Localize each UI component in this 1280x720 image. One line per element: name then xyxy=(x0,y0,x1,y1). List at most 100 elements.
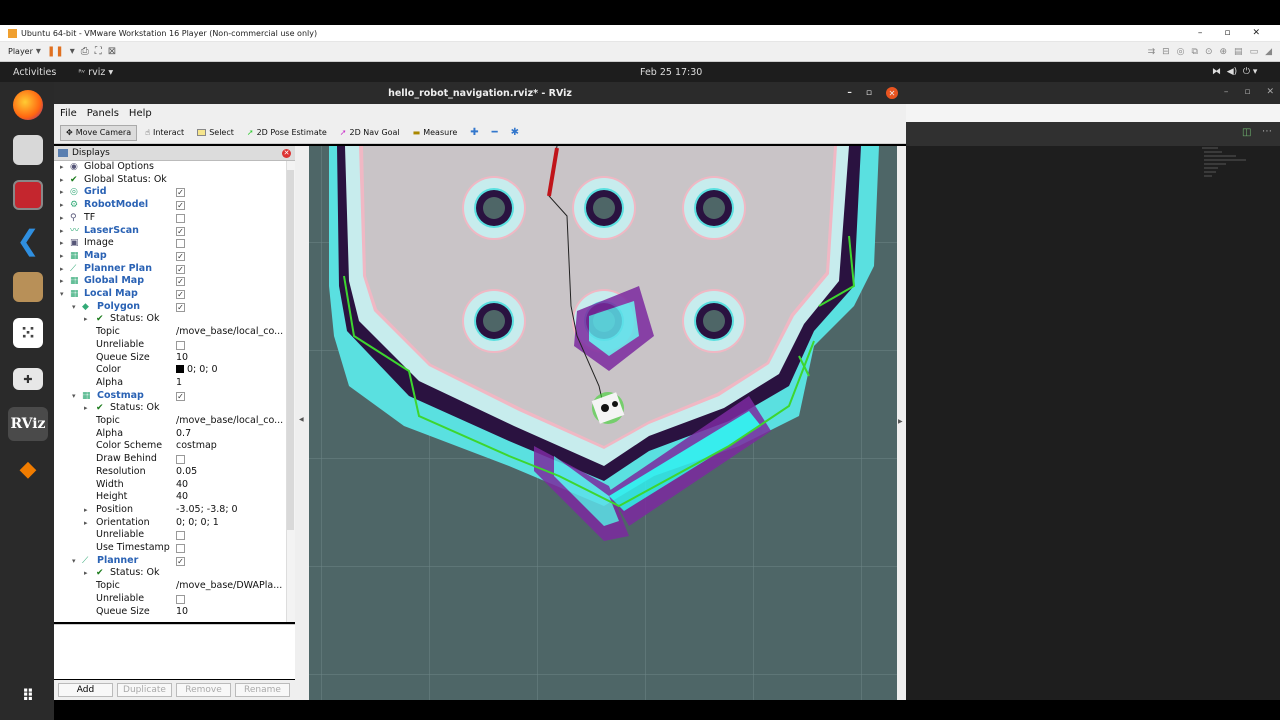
expand-arrow-icon[interactable]: ▸ xyxy=(60,275,64,288)
tree-row[interactable]: ▸ ✔ Status: Ok xyxy=(54,313,286,326)
system-tray[interactable]: ⧓ ◀) ⏻ ▾ xyxy=(1212,67,1257,77)
more-actions-icon[interactable]: ⋯ xyxy=(1262,126,1272,137)
property-value[interactable]: 0.05 xyxy=(176,466,197,479)
tree-row[interactable]: ▾ ▦ Local Map ✓ xyxy=(54,288,286,301)
menu-help[interactable]: Help xyxy=(129,108,152,119)
panel-close-icon[interactable]: ✕ xyxy=(282,148,291,158)
tree-row[interactable]: Unreliable xyxy=(54,529,286,542)
expand-arrow-icon[interactable]: ▸ xyxy=(60,237,64,250)
expand-arrow-icon[interactable]: ▸ xyxy=(84,567,88,580)
clock[interactable]: Feb 25 17:30 xyxy=(640,67,702,78)
collapse-arrow-icon[interactable]: ▾ xyxy=(72,301,76,314)
window-controls[interactable]: – ▫ ✕ xyxy=(1198,28,1280,38)
enable-checkbox[interactable]: ✓ xyxy=(176,188,185,198)
property-value[interactable]: -3.05; -3.8; 0 xyxy=(176,504,238,517)
enable-checkbox[interactable] xyxy=(176,340,185,350)
tree-row[interactable]: Height 40 xyxy=(54,491,286,504)
tree-row[interactable]: Alpha 0.7 xyxy=(54,428,286,441)
property-value[interactable]: 10 xyxy=(176,606,188,619)
property-value[interactable]: 10 xyxy=(176,352,188,365)
software-icon[interactable] xyxy=(13,272,43,302)
add-tool-icon[interactable]: ✚ xyxy=(465,125,483,141)
collapse-left-icon[interactable]: ◀ xyxy=(299,416,304,423)
enable-checkbox[interactable] xyxy=(176,455,185,465)
rename-button[interactable]: Rename xyxy=(235,683,290,697)
collapse-arrow-icon[interactable]: ▾ xyxy=(60,288,64,301)
render-view[interactable] xyxy=(309,146,897,700)
app-menu[interactable]: ᴿᵛ rviz ▾ xyxy=(78,67,113,78)
property-value[interactable]: 0; 0; 0; 1 xyxy=(176,517,219,530)
tool-properties-icon[interactable]: ✱ xyxy=(506,125,524,141)
layers-icon[interactable]: ◆ xyxy=(13,454,43,484)
enable-checkbox[interactable] xyxy=(176,213,185,223)
tree-row[interactable]: ▸ ▣ Image xyxy=(54,237,286,250)
tree-row[interactable]: Color Scheme costmap xyxy=(54,440,286,453)
activities-button[interactable]: Activities xyxy=(13,67,56,78)
firefox-icon[interactable] xyxy=(13,90,43,120)
tree-row[interactable]: ▸ ▦ Global Map ✓ xyxy=(54,275,286,288)
property-value[interactable]: 0; 0; 0 xyxy=(176,364,218,377)
tree-row[interactable]: ▸ Position -3.05; -3.8; 0 xyxy=(54,504,286,517)
expand-arrow-icon[interactable]: ▸ xyxy=(60,186,64,199)
tree-row[interactable]: Queue Size 10 xyxy=(54,352,286,365)
tree-row[interactable]: ▸ Orientation 0; 0; 0; 1 xyxy=(54,517,286,530)
files-icon[interactable] xyxy=(13,135,43,165)
minimize-icon[interactable]: – xyxy=(1198,28,1203,38)
remove-tool-icon[interactable]: ━ xyxy=(487,125,503,141)
tree-row[interactable]: Unreliable xyxy=(54,339,286,352)
game-icon[interactable]: ⁙ xyxy=(13,318,43,348)
tree-row[interactable]: ▸ ✔ Global Status: Ok xyxy=(54,174,286,187)
color-swatch[interactable] xyxy=(176,365,184,374)
scrollbar-thumb[interactable] xyxy=(287,170,294,530)
property-value[interactable]: costmap xyxy=(176,440,217,453)
expand-arrow-icon[interactable]: ▸ xyxy=(60,212,64,225)
enable-checkbox[interactable]: ✓ xyxy=(176,290,185,299)
maximize-icon[interactable]: ▫ xyxy=(1224,28,1230,38)
duplicate-button[interactable]: Duplicate xyxy=(117,683,172,697)
gamepad-icon[interactable]: ✚ xyxy=(13,368,43,390)
tree-row[interactable]: Use Timestamp xyxy=(54,542,286,555)
remove-button[interactable]: Remove xyxy=(176,683,231,697)
property-value[interactable]: 1 xyxy=(176,377,182,390)
tree-row[interactable]: ▾ ⟋ Planner ✓ xyxy=(54,555,286,568)
fullscreen-icon[interactable]: ⛶ xyxy=(95,46,102,57)
enable-checkbox[interactable]: ✓ xyxy=(176,264,185,274)
close-icon[interactable]: ✕ xyxy=(1252,28,1260,38)
enable-checkbox[interactable]: ✓ xyxy=(176,302,185,312)
expand-arrow-icon[interactable]: ▸ xyxy=(60,263,64,276)
expand-arrow-icon[interactable]: ▸ xyxy=(60,161,64,174)
tool-interact[interactable]: ☝ Interact xyxy=(140,125,189,141)
panel-splitter[interactable]: ◀ xyxy=(295,146,309,700)
tree-row[interactable]: ▸ ⚲ TF xyxy=(54,212,286,225)
expand-arrow-icon[interactable]: ▸ xyxy=(60,225,64,238)
tool-move-camera[interactable]: ✥ Move Camera xyxy=(60,124,138,141)
tree-row[interactable]: ▸ ✔ Status: Ok xyxy=(54,567,286,580)
tree-row[interactable]: ▸ ◎ Grid ✓ xyxy=(54,186,286,199)
vscode-icon[interactable]: ❮ xyxy=(13,224,43,257)
menu-panels[interactable]: Panels xyxy=(87,108,119,119)
expand-arrow-icon[interactable]: ▸ xyxy=(84,517,88,530)
expand-arrow-icon[interactable]: ▸ xyxy=(84,504,88,517)
tool-measure[interactable]: ▬ Measure xyxy=(408,125,463,141)
app-grid-icon[interactable]: ⠿ xyxy=(13,680,43,710)
tree-row[interactable]: ▸ ⟋ Planner Plan ✓ xyxy=(54,263,286,276)
enable-checkbox[interactable]: ✓ xyxy=(176,251,185,261)
enable-checkbox[interactable] xyxy=(176,531,185,541)
enable-checkbox[interactable]: ✓ xyxy=(176,391,185,401)
tree-row[interactable]: Draw Behind xyxy=(54,453,286,466)
maximize-icon[interactable]: ▫ xyxy=(866,88,872,98)
property-value[interactable]: 40 xyxy=(176,491,188,504)
expand-arrow-icon[interactable]: ▸ xyxy=(60,174,64,187)
split-editor-icon[interactable]: ◫ xyxy=(1242,127,1251,138)
right-splitter[interactable]: ▶ xyxy=(897,146,906,700)
tool-2d-pose-estimate[interactable]: ➚ 2D Pose Estimate xyxy=(242,125,332,141)
enable-checkbox[interactable]: ✓ xyxy=(176,277,185,287)
tree-row[interactable]: ▸ 〰 LaserScan ✓ xyxy=(54,225,286,238)
unity-icon[interactable]: ⊠ xyxy=(108,46,116,57)
property-value[interactable]: 0.7 xyxy=(176,428,191,441)
enable-checkbox[interactable] xyxy=(176,544,185,553)
tree-row[interactable]: Alpha 1 xyxy=(54,377,286,390)
property-value[interactable]: /move_base/DWAPla... xyxy=(176,580,282,593)
tree-row[interactable]: ▸ ⚙ RobotModel ✓ xyxy=(54,199,286,212)
expand-arrow-icon[interactable]: ▸ xyxy=(60,199,64,212)
